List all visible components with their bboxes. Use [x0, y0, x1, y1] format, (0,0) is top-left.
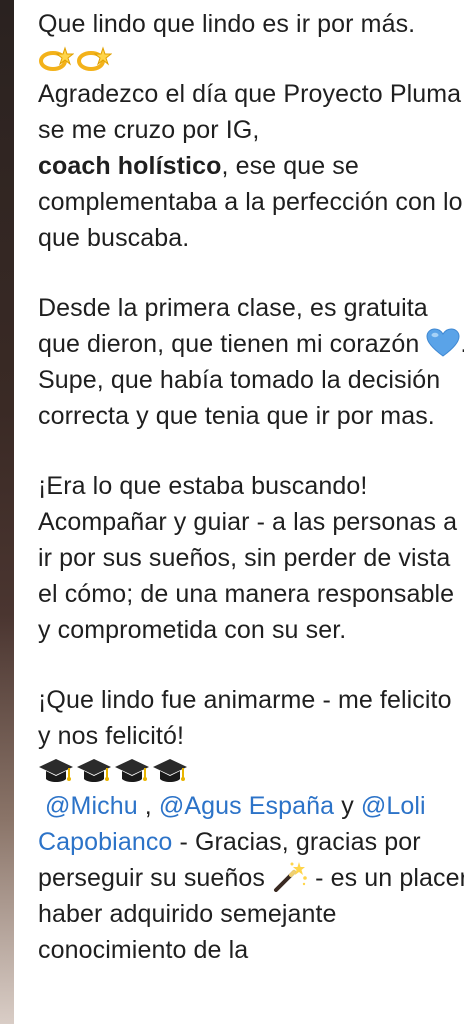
paragraph-3-text-a: Desde la primera clase, es gratuita que …	[38, 294, 428, 358]
emoji-row-dizzy	[38, 42, 464, 76]
emoji-row-graduation	[38, 754, 464, 788]
graduation-cap-icon	[115, 759, 149, 782]
message-paragraph-4-line-1: ¡Era lo que estaba buscando!	[38, 472, 368, 500]
dizzy-icon	[77, 46, 112, 71]
mention-separator-2: y	[334, 792, 361, 820]
graduation-cap-icon	[39, 759, 73, 782]
mention-separator-1: ,	[137, 792, 159, 820]
magic-wand-icon	[274, 862, 307, 892]
graduation-cap-icon	[153, 759, 187, 782]
mention-michu[interactable]: @Michu	[45, 792, 138, 820]
photo-edge-strip	[0, 0, 14, 1024]
blue-heart-icon	[426, 328, 460, 357]
message-paragraph-3: Desde la primera clase, es gratuita que …	[38, 290, 464, 434]
message-bubble: Que lindo que lindo es ir por más. Agrad…	[14, 0, 464, 1024]
message-paragraph-6: @Michu , @Agus España y @Loli Capobianco…	[38, 788, 464, 968]
message-paragraph-5: ¡Que lindo fue animarme - me felicito y …	[38, 686, 452, 750]
mention-agus-espana[interactable]: @Agus España	[159, 792, 334, 820]
graduation-cap-icon	[77, 759, 111, 782]
message-paragraph-2: Agradezco el día que Proyecto Pluma se m…	[38, 76, 464, 256]
message-line-1: Que lindo que lindo es ir por más.	[38, 10, 416, 38]
message-paragraph-4-body: Acompañar y guiar - a las personas a ir …	[38, 508, 458, 644]
paragraph-2-text-a: Agradezco el día que Proyecto Pluma se m…	[38, 80, 462, 144]
bold-coach-holistico: coach holístico	[38, 152, 222, 180]
dizzy-icon	[39, 46, 74, 71]
message-text: Que lindo que lindo es ir por más. Agrad…	[38, 6, 464, 968]
